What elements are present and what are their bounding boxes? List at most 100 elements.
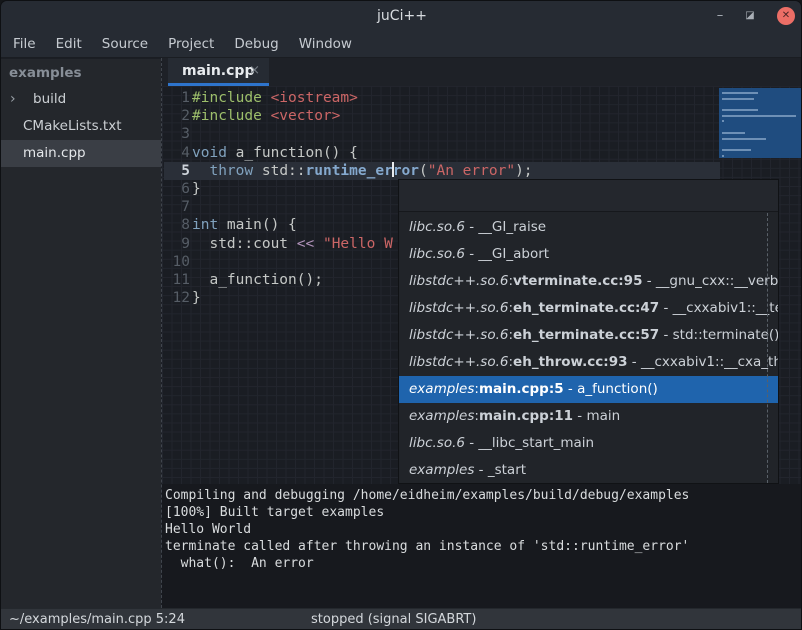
file-tree-sidebar[interactable]: examples ›buildCMakeLists.txt main.cpp [1, 59, 161, 608]
minimap-line [722, 115, 796, 117]
backtrace-library: libc.so.6 [409, 246, 465, 262]
backtrace-library: examples [409, 462, 474, 478]
backtrace-popup-header [399, 180, 778, 212]
backtrace-popup: libc.so.6 - __GI_raiselibc.so.6 - __GI_a… [398, 179, 779, 484]
menu-file[interactable]: File [3, 31, 46, 57]
code-token: <vector> [271, 108, 341, 124]
menu-debug[interactable]: Debug [224, 31, 288, 57]
backtrace-library: libstdc++.so.6 [409, 327, 508, 343]
code-overview-minimap [719, 88, 801, 158]
code-line[interactable]: void a_function() { [192, 144, 533, 162]
popup-margin-line [767, 213, 768, 483]
terminal-output[interactable]: Compiling and debugging /home/eidheim/ex… [162, 484, 802, 608]
tree-item-build[interactable]: ›build [1, 86, 161, 113]
code-token: std::cout [192, 236, 297, 252]
backtrace-item[interactable]: examples - _start [399, 457, 778, 483]
status-file-location: ~/examples/main.cpp 5:24 [9, 609, 185, 630]
backtrace-location: vterminate.cc:95 [513, 273, 642, 289]
terminal-line: Compiling and debugging /home/eidheim/ex… [165, 487, 802, 504]
line-number: 3 [164, 125, 190, 143]
terminal-line: Hello World [165, 521, 802, 538]
tab-close-icon[interactable]: × [249, 58, 260, 84]
tree-item-main-cpp[interactable]: main.cpp [1, 140, 161, 167]
menu-source[interactable]: Source [92, 31, 158, 57]
code-token: #include [192, 90, 271, 106]
line-number: 7 [164, 198, 190, 216]
backtrace-location: main.cpp:11 [479, 408, 573, 424]
minimap-line [722, 149, 751, 151]
backtrace-item[interactable]: libc.so.6 - __GI_abort [399, 240, 778, 267]
minimap-line [722, 92, 758, 94]
line-number: 9 [164, 235, 190, 253]
code-token [192, 163, 209, 179]
menu-window[interactable]: Window [289, 31, 362, 57]
backtrace-item[interactable]: examples:main.cpp:5 - a_function() [399, 376, 778, 403]
minimap-line [722, 98, 754, 100]
menu-project[interactable]: Project [158, 31, 224, 57]
code-token: int [192, 217, 218, 233]
code-token: } [192, 290, 201, 306]
terminal-line: terminate called after throwing an insta… [165, 538, 802, 555]
minimize-icon[interactable]: – [707, 1, 733, 31]
backtrace-item[interactable]: libc.so.6 - __libc_start_main [399, 430, 778, 457]
minimap-line [722, 138, 766, 140]
minimap-line [722, 120, 724, 122]
code-token: "An error" [428, 163, 515, 179]
code-line[interactable]: #include <iostream> [192, 89, 533, 107]
tree-item-label: main.cpp [1, 145, 86, 161]
juci-window: juCi++ – ◪ ✕ FileEditSourceProjectDebugW… [0, 0, 802, 630]
pane-separator-handle[interactable] [161, 58, 162, 608]
code-token: "Hello W [323, 236, 393, 252]
minimap-line [722, 109, 758, 111]
status-debug-state: stopped (signal SIGABRT) [311, 609, 476, 630]
backtrace-library: libc.so.6 [409, 219, 465, 235]
project-name-header: examples [1, 59, 161, 86]
code-token: std:: [253, 163, 305, 179]
backtrace-item[interactable]: examples:main.cpp:11 - main [399, 403, 778, 430]
backtrace-library: libstdc++.so.6 [409, 354, 508, 370]
code-line[interactable]: throw std::runtime_error("An error"); [192, 162, 533, 180]
backtrace-library: examples [409, 381, 474, 397]
tab-main-cpp[interactable]: main.cpp × [168, 58, 269, 86]
menu-edit[interactable]: Edit [46, 31, 92, 57]
backtrace-item[interactable]: libstdc++.so.6:eh_terminate.cc:47 - __cx… [399, 294, 778, 321]
code-token: a_function() { [227, 145, 358, 161]
backtrace-library: libstdc++.so.6 [409, 300, 508, 316]
close-icon[interactable]: ✕ [777, 7, 795, 25]
backtrace-list: libc.so.6 - __GI_raiselibc.so.6 - __GI_a… [399, 213, 778, 483]
chevron-right-icon[interactable]: › [10, 86, 16, 113]
minimap-line [722, 132, 745, 134]
code-token: ); [515, 163, 532, 179]
tab-bar: main.cpp × [162, 58, 802, 86]
line-number: 12 [164, 289, 190, 307]
line-number: 4 [164, 144, 190, 162]
code-line[interactable]: #include <vector> [192, 107, 533, 125]
status-bar: ~/examples/main.cpp 5:24 stopped (signal… [1, 608, 802, 630]
backtrace-library: libc.so.6 [409, 435, 465, 451]
line-number: 11 [164, 271, 190, 289]
line-number: 10 [164, 253, 190, 271]
minimap-line [722, 155, 724, 157]
code-token: main() { [218, 217, 297, 233]
terminal-line: [100%] Built target examples [165, 504, 802, 521]
code-token: void [192, 145, 227, 161]
tab-label: main.cpp [182, 58, 254, 84]
code-token: ror [393, 163, 419, 179]
code-token: <iostream> [271, 90, 358, 106]
backtrace-item[interactable]: libstdc++.so.6:vterminate.cc:95 - __gnu_… [399, 267, 778, 294]
backtrace-item[interactable]: libstdc++.so.6:eh_terminate.cc:57 - std:… [399, 321, 778, 348]
code-token: runtime_er [306, 163, 393, 179]
backtrace-item[interactable]: libstdc++.so.6:eh_throw.cc:93 - __cxxabi… [399, 348, 778, 375]
restore-icon[interactable]: ◪ [737, 1, 763, 31]
code-line[interactable] [192, 125, 533, 143]
tree-item-cmakelists-txt[interactable]: CMakeLists.txt [1, 113, 161, 140]
titlebar[interactable]: juCi++ – ◪ ✕ [1, 1, 802, 31]
backtrace-location: eh_terminate.cc:57 [513, 327, 659, 343]
code-token: } [192, 181, 201, 197]
backtrace-location: main.cpp:5 [479, 381, 564, 397]
line-number: 6 [164, 180, 190, 198]
window-title: juCi++ [1, 1, 802, 31]
backtrace-item[interactable]: libc.so.6 - __GI_raise [399, 213, 778, 240]
backtrace-location: eh_terminate.cc:47 [513, 300, 659, 316]
line-number: 8 [164, 216, 190, 234]
